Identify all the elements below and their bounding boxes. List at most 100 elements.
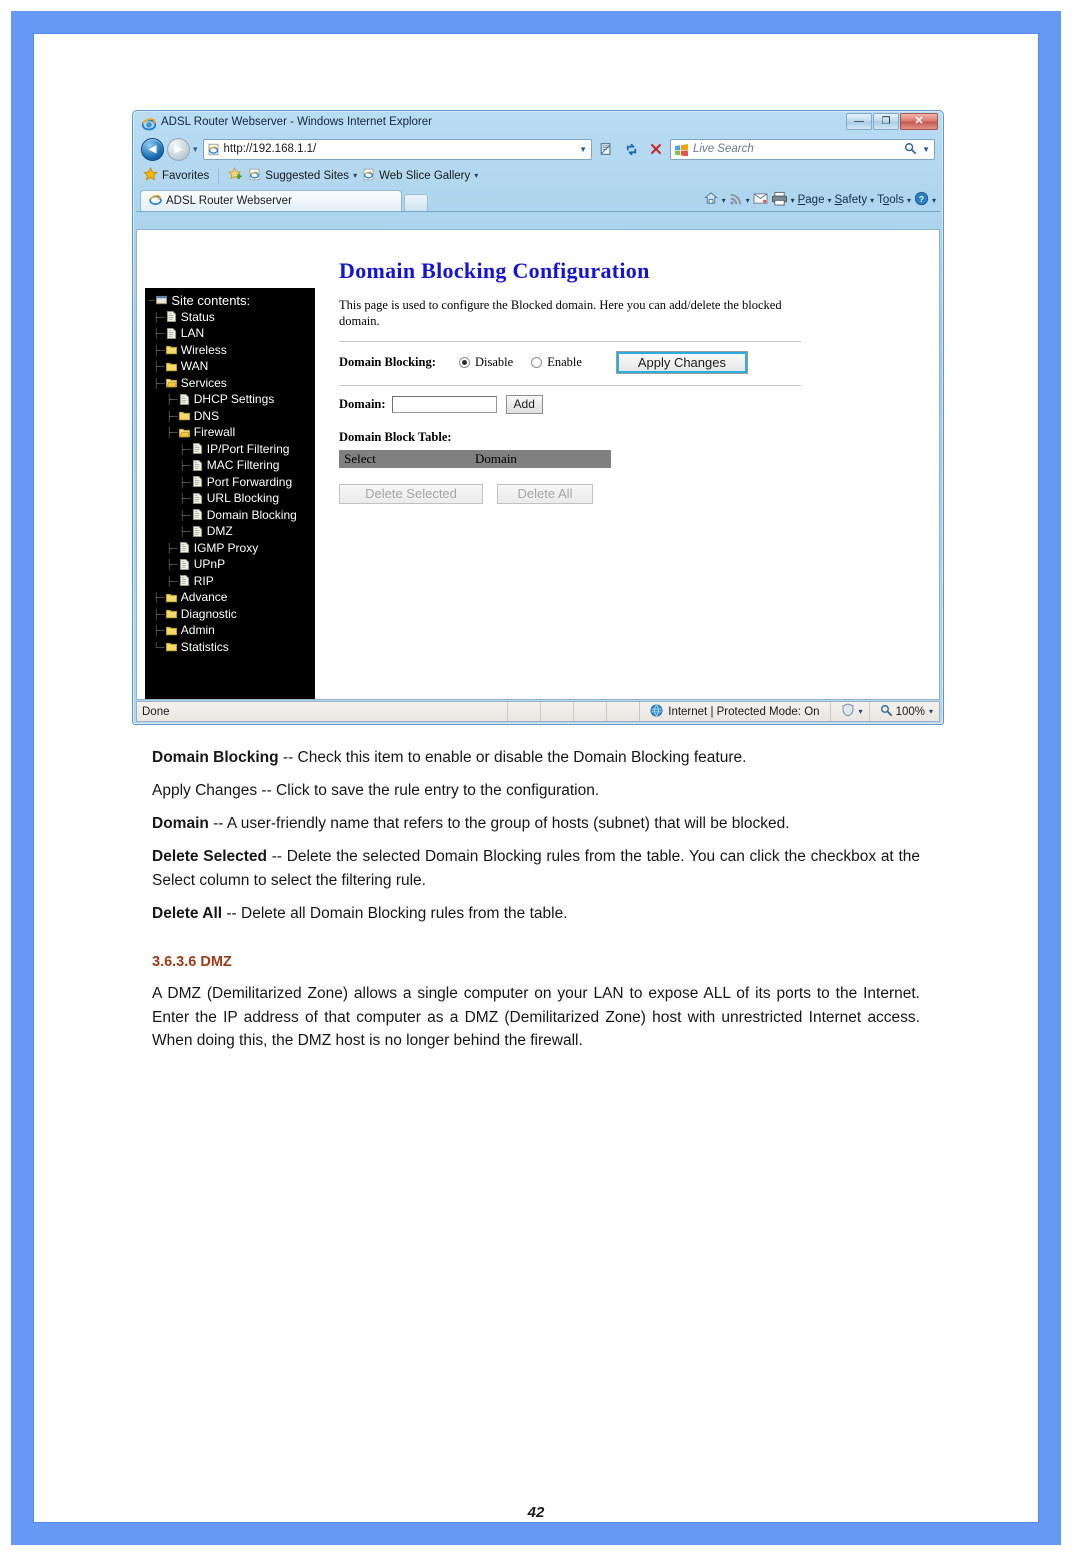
tree-item-dhcp-settings[interactable]: ├─ DHCP Settings bbox=[149, 391, 315, 408]
tree-item-status[interactable]: ├─ Status bbox=[149, 309, 315, 326]
tree-connector-icon: ├─ bbox=[179, 460, 191, 471]
refresh-button[interactable] bbox=[620, 139, 642, 160]
status-cell bbox=[507, 702, 540, 721]
back-button[interactable]: ◀ bbox=[141, 137, 164, 161]
radio-enable[interactable]: Enable bbox=[531, 355, 582, 370]
domain-input[interactable] bbox=[391, 395, 497, 413]
print-icon[interactable] bbox=[771, 191, 788, 209]
tree-item-diagnostic[interactable]: ├─ Diagnostic bbox=[149, 606, 315, 623]
web-slice-gallery-label: Web Slice Gallery bbox=[379, 169, 471, 182]
tree-item-mac-filtering[interactable]: ├─ MAC Filtering bbox=[149, 457, 315, 474]
zoom-dropdown-icon[interactable]: ▾ bbox=[929, 707, 933, 716]
tab-label: ADSL Router Webserver bbox=[166, 195, 292, 207]
tree-item-ip-port-filtering[interactable]: ├─ IP/Port Filtering bbox=[149, 441, 315, 458]
table-action-buttons: Delete Selected Delete All bbox=[339, 483, 931, 504]
security-zone-indicator[interactable]: Internet | Protected Mode: On bbox=[639, 702, 829, 721]
tree-root[interactable]: ─ Site contents: bbox=[149, 292, 315, 309]
search-input[interactable]: Live Search ▼ bbox=[670, 138, 935, 160]
tab-favicon-icon bbox=[149, 193, 162, 209]
tools-menu-button[interactable]: Tools bbox=[877, 194, 904, 206]
window-controls: — ❐ ✕ bbox=[846, 113, 938, 130]
page-menu-button[interactable]: Page bbox=[798, 194, 825, 206]
protected-mode-control[interactable]: ▾ bbox=[829, 702, 869, 721]
minimize-button[interactable]: — bbox=[846, 113, 872, 130]
tree-item-dmz[interactable]: ├─ DMZ bbox=[149, 523, 315, 540]
tree-item-domain-blocking[interactable]: ├─ Domain Blocking bbox=[149, 507, 315, 524]
description-paragraph: Apply Changes -- Click to save the rule … bbox=[152, 779, 920, 803]
tree-connector-icon: ├─ bbox=[153, 625, 165, 636]
close-button[interactable]: ✕ bbox=[900, 113, 938, 130]
status-cell bbox=[606, 702, 639, 721]
tree-item-dns[interactable]: ├─ DNS bbox=[149, 408, 315, 425]
search-icon[interactable] bbox=[904, 142, 916, 157]
mail-icon[interactable] bbox=[753, 192, 768, 208]
page-icon bbox=[166, 327, 177, 339]
page-favicon-icon bbox=[207, 143, 220, 156]
tree-connector-icon: ├─ bbox=[166, 410, 178, 421]
radio-enable-icon[interactable] bbox=[531, 356, 543, 368]
home-icon[interactable] bbox=[703, 191, 719, 209]
description-term: Delete Selected bbox=[152, 848, 267, 866]
browser-content-pane: ─ Site contents: ├─ Status ├─ LAN ├─ Wireless… bbox=[136, 229, 940, 700]
browser-title-bar: ADSL Router Webserver - Windows Internet… bbox=[136, 113, 940, 135]
tree-item-rip[interactable]: ├─ RIP bbox=[149, 573, 315, 590]
minimize-icon: — bbox=[854, 115, 864, 127]
radio-disable-icon[interactable] bbox=[459, 356, 470, 368]
stop-button[interactable] bbox=[645, 139, 667, 160]
tree-item-igmp-proxy[interactable]: ├─ IGMP Proxy bbox=[149, 540, 315, 557]
folder-icon bbox=[165, 625, 177, 636]
page-dropdown-icon[interactable]: ▾ bbox=[827, 196, 831, 205]
restore-button[interactable]: ❐ bbox=[873, 113, 899, 130]
tree-item-firewall[interactable]: ├─ Firewall bbox=[149, 424, 315, 441]
description-text: Apply Changes -- Click to save the rule … bbox=[152, 782, 600, 800]
tab-adsl-router-webserver[interactable]: ADSL Router Webserver bbox=[140, 190, 402, 211]
table-header-domain: Domain bbox=[381, 449, 611, 468]
tree-item-label: Services bbox=[180, 375, 227, 390]
delete-selected-button[interactable]: Delete Selected bbox=[339, 483, 483, 504]
tree-item-services[interactable]: ├─ Services bbox=[149, 375, 315, 392]
tree-item-label: Domain Blocking bbox=[206, 507, 297, 522]
tree-item-statistics[interactable]: └─ Statistics bbox=[149, 639, 315, 656]
internet-explorer-icon bbox=[141, 117, 157, 131]
tree-item-wireless[interactable]: ├─ Wireless bbox=[149, 342, 315, 359]
forward-button[interactable]: ▶ bbox=[167, 137, 190, 161]
address-bar[interactable]: http://192.168.1.1/ ▼ bbox=[202, 138, 592, 160]
radio-disable[interactable]: Disable bbox=[459, 355, 513, 370]
tree-item-wan[interactable]: ├─ WAN bbox=[149, 358, 315, 375]
tree-connector-icon: ├─ bbox=[166, 559, 178, 570]
safety-dropdown-icon[interactable]: ▾ bbox=[870, 196, 874, 205]
apply-changes-button[interactable]: Apply Changes bbox=[615, 350, 748, 374]
add-to-favorites-icon[interactable] bbox=[228, 166, 243, 185]
tools-dropdown-icon[interactable]: ▾ bbox=[907, 196, 911, 205]
favorites-button[interactable]: Favorites bbox=[143, 166, 209, 185]
tree-expander-icon[interactable]: ─ bbox=[149, 295, 155, 305]
tree-item-url-blocking[interactable]: ├─ URL Blocking bbox=[149, 490, 315, 507]
description-text: -- Delete the selected Domain Blocking r… bbox=[152, 848, 920, 889]
recent-pages-dropdown-icon[interactable]: ▾ bbox=[193, 144, 198, 155]
protected-mode-dropdown-icon[interactable]: ▾ bbox=[859, 707, 863, 716]
print-dropdown-icon[interactable]: ▾ bbox=[791, 196, 795, 205]
page-icon bbox=[192, 443, 203, 455]
delete-all-button[interactable]: Delete All bbox=[497, 483, 593, 504]
suggested-sites-button[interactable]: Suggested Sites ▾ bbox=[248, 168, 357, 184]
home-dropdown-icon[interactable]: ▾ bbox=[722, 196, 726, 205]
zoom-control[interactable]: 100% ▾ bbox=[868, 702, 939, 721]
feeds-dropdown-icon[interactable]: ▾ bbox=[746, 196, 750, 205]
compatibility-view-button[interactable] bbox=[595, 139, 617, 160]
address-value: http://192.168.1.1/ bbox=[223, 143, 317, 155]
safety-menu-button[interactable]: Safety bbox=[834, 194, 867, 206]
rss-feeds-icon[interactable] bbox=[729, 192, 743, 209]
add-button[interactable]: Add bbox=[505, 394, 543, 414]
help-icon[interactable]: ? bbox=[914, 191, 929, 209]
tree-item-port-forwarding[interactable]: ├─ Port Forwarding bbox=[149, 474, 315, 491]
help-dropdown-icon[interactable]: ▾ bbox=[932, 196, 936, 205]
tree-item-lan[interactable]: ├─ LAN bbox=[149, 325, 315, 342]
tree-item-upnp[interactable]: ├─ UPnP bbox=[149, 556, 315, 573]
address-dropdown-icon[interactable]: ▼ bbox=[579, 145, 587, 154]
new-tab-button[interactable] bbox=[404, 194, 428, 211]
router-main-content: Domain Blocking Configuration This page … bbox=[339, 258, 931, 699]
web-slice-gallery-button[interactable]: Web Slice Gallery ▾ bbox=[362, 168, 478, 184]
tree-item-admin[interactable]: ├─ Admin bbox=[149, 622, 315, 639]
tree-item-advance[interactable]: ├─ Advance bbox=[149, 589, 315, 606]
search-provider-dropdown-icon[interactable]: ▼ bbox=[922, 145, 930, 154]
